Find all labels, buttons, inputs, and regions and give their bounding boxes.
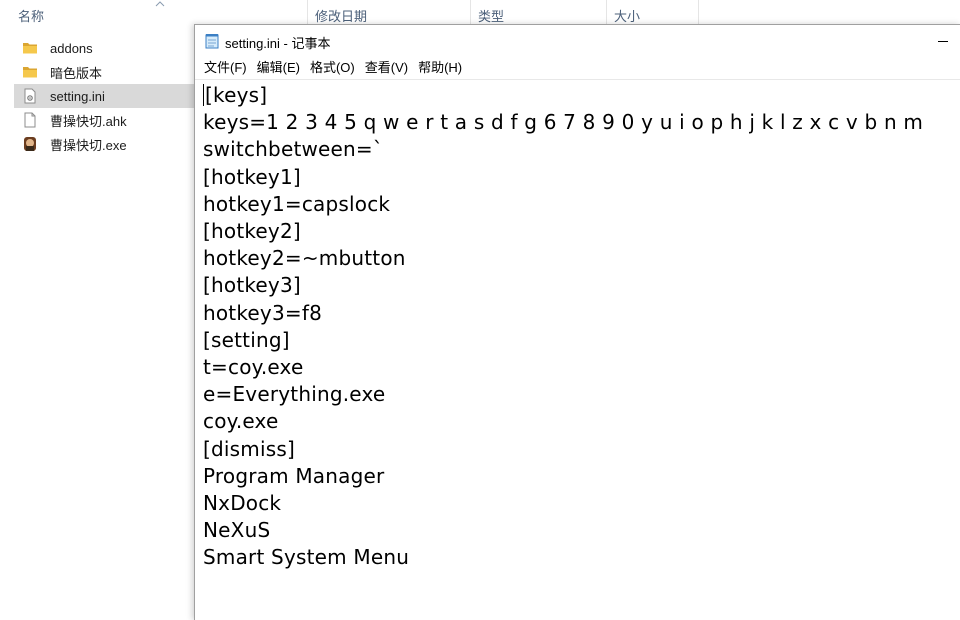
file-row-exe[interactable]: 曹操快切.exe [14, 132, 194, 156]
file-row-dark-version[interactable]: 暗色版本 [14, 60, 194, 84]
text-line: [hotkey1] [203, 164, 301, 189]
text-line: hotkey3=f8 [203, 300, 323, 325]
file-name: setting.ini [50, 88, 105, 104]
column-separator[interactable] [606, 0, 607, 24]
text-line: [setting] [203, 327, 290, 352]
text-line: [keys] [203, 83, 268, 107]
menu-view[interactable]: 查看(V) [361, 58, 412, 78]
file-name: addons [50, 40, 93, 56]
text-line: coy.exe [203, 409, 279, 434]
folder-icon [23, 67, 37, 78]
column-separator[interactable] [470, 0, 471, 24]
text-line: hotkey1=capslock [203, 191, 391, 216]
text-line: Smart System Menu [203, 545, 410, 570]
file-list: addons 暗色版本 setting.ini 曹操快切.ahk 曹操快切.ex… [14, 36, 194, 156]
file-row-addons[interactable]: addons [14, 36, 194, 60]
text-line: t=coy.exe [203, 355, 304, 380]
column-type[interactable]: 类型 [478, 6, 504, 25]
notepad-window: setting.ini - 记事本 文件(F) 编辑(E) 格式(O) 查看(V… [194, 24, 960, 620]
text-file-icon [24, 112, 36, 128]
column-header-bar: 名称 修改日期 类型 大小 [0, 0, 960, 26]
column-separator[interactable] [698, 0, 699, 24]
file-name: 曹操快切.exe [50, 137, 127, 153]
column-separator[interactable] [307, 0, 308, 24]
menu-format[interactable]: 格式(O) [306, 58, 359, 78]
text-line: NeXuS [203, 518, 271, 543]
menu-edit[interactable]: 编辑(E) [253, 58, 304, 78]
text-line: e=Everything.exe [203, 382, 386, 407]
text-line: keys=1 2 3 4 5 q w e r t a s d f g 6 7 8… [203, 110, 924, 135]
text-line: [hotkey2] [203, 219, 301, 244]
text-line: NxDock [203, 491, 282, 516]
file-name: 暗色版本 [50, 65, 103, 81]
menu-file[interactable]: 文件(F) [200, 58, 251, 78]
text-line: [dismiss] [203, 436, 295, 461]
text-line: [hotkey3] [203, 273, 301, 298]
text-line: hotkey2=~mbutton [203, 246, 406, 271]
ini-file-icon [24, 88, 36, 104]
title-bar[interactable]: setting.ini - 记事本 [195, 25, 960, 57]
text-line: Program Manager [203, 463, 385, 488]
file-row-setting-ini[interactable]: setting.ini [14, 84, 194, 108]
window-title: setting.ini - 记事本 [225, 36, 331, 51]
folder-icon [23, 43, 37, 54]
sort-up-icon [155, 1, 165, 7]
file-row-ahk[interactable]: 曹操快切.ahk [14, 108, 194, 132]
text-caret [203, 84, 204, 106]
column-size[interactable]: 大小 [614, 6, 640, 25]
column-modified[interactable]: 修改日期 [315, 6, 367, 25]
menu-bar: 文件(F) 编辑(E) 格式(O) 查看(V) 帮助(H) [195, 58, 960, 78]
exe-app-icon [24, 137, 36, 151]
menu-help[interactable]: 帮助(H) [414, 58, 466, 78]
notepad-icon [205, 34, 219, 49]
text-line: switchbetween=` [203, 137, 384, 162]
file-name: 曹操快切.ahk [50, 113, 127, 129]
text-editor[interactable]: [keys] keys=1 2 3 4 5 q w e r t a s d f … [195, 79, 960, 620]
minimize-button[interactable] [925, 25, 960, 57]
column-name[interactable]: 名称 [18, 6, 44, 25]
